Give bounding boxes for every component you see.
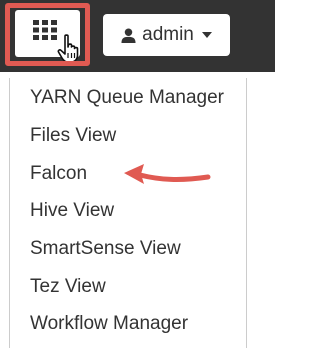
menu-item-yarn-queue-manager[interactable]: YARN Queue Manager (10, 81, 246, 115)
menu-item-tez-view[interactable]: Tez View (10, 270, 246, 304)
user-menu-label: admin (142, 24, 194, 45)
hand-pointer-icon (57, 34, 79, 63)
caret-down-icon (201, 32, 212, 38)
top-navigation-bar: admin (0, 0, 275, 72)
user-icon (121, 27, 136, 43)
apps-menu-button[interactable] (15, 10, 80, 63)
menu-item-smartsense-view[interactable]: SmartSense View (10, 232, 246, 266)
menu-item-files-view[interactable]: Files View (10, 119, 246, 153)
menu-item-workflow-manager[interactable]: Workflow Manager (10, 307, 246, 341)
grid-icon (33, 20, 57, 40)
left-arrow-icon (124, 164, 211, 184)
menu-item-hive-view[interactable]: Hive View (10, 194, 246, 228)
user-menu-button[interactable]: admin (103, 14, 230, 56)
views-dropdown-menu: YARN Queue Manager Files View Falcon Hiv… (9, 78, 247, 348)
